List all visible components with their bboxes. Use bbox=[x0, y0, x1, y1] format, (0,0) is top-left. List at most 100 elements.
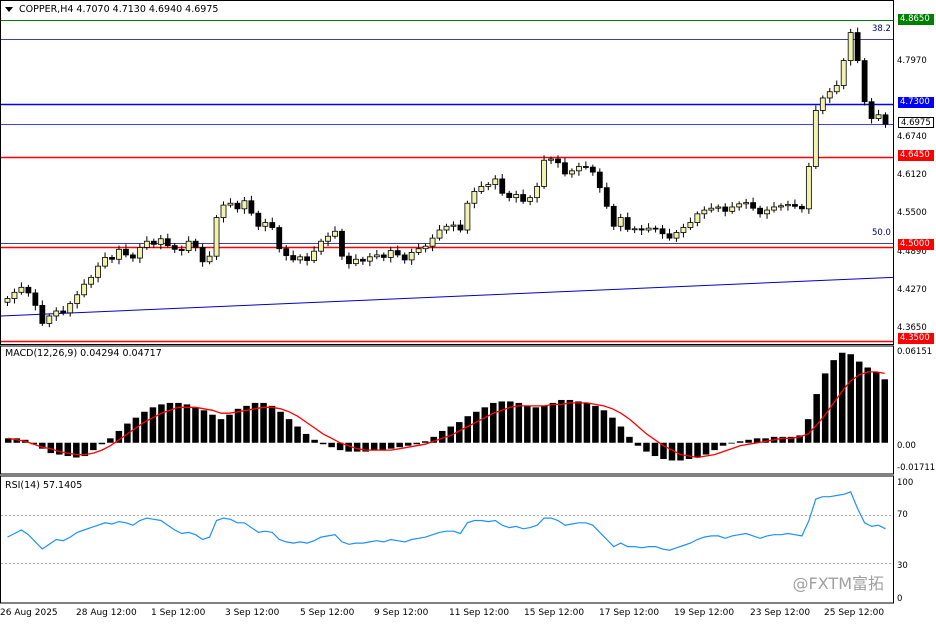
candle-body bbox=[46, 315, 53, 324]
dropdown-triangle-icon[interactable] bbox=[5, 7, 13, 12]
macd-histogram-bar bbox=[558, 399, 565, 443]
candle-body bbox=[39, 304, 46, 324]
time-label: 26 Aug 2025 bbox=[0, 608, 58, 618]
macd-histogram-bar bbox=[56, 442, 63, 455]
candle-body bbox=[136, 247, 143, 259]
macd-histogram-bar bbox=[302, 433, 310, 443]
macd-histogram-bar bbox=[370, 442, 378, 451]
symbol-header: COPPER,H4 4.7070 4.7130 4.6940 4.6975 bbox=[5, 4, 218, 15]
candle-body bbox=[332, 230, 338, 237]
candle-body bbox=[499, 178, 506, 194]
macd-histogram-bar bbox=[549, 402, 557, 443]
time-label: 28 Aug 12:00 bbox=[76, 608, 137, 618]
candle-body bbox=[178, 248, 185, 251]
candle-body bbox=[346, 255, 352, 265]
macd-histogram-bar bbox=[311, 439, 318, 443]
macd-histogram-bar bbox=[592, 405, 599, 443]
candle-body bbox=[123, 248, 129, 256]
candle-body bbox=[520, 194, 527, 202]
candle-body bbox=[882, 114, 889, 125]
candle-body bbox=[624, 217, 631, 230]
macd-histogram-bar bbox=[353, 442, 361, 452]
candle-body bbox=[53, 310, 60, 317]
fib-500-label: 50.0 bbox=[872, 228, 891, 238]
candle-body bbox=[60, 310, 67, 314]
candle-body bbox=[199, 247, 206, 263]
candle-body bbox=[812, 110, 819, 167]
macd-histogram-bar bbox=[702, 442, 710, 455]
candle-body bbox=[736, 203, 743, 208]
candle-body bbox=[589, 166, 596, 173]
candle-body bbox=[471, 190, 478, 204]
candle-body bbox=[353, 258, 359, 265]
macd-histogram-bar bbox=[107, 438, 114, 443]
macd-histogram-bar bbox=[141, 411, 148, 443]
trendline bbox=[0, 276, 894, 317]
macd-histogram-bar bbox=[413, 442, 420, 445]
candle-body bbox=[130, 254, 136, 259]
candle-body bbox=[164, 238, 171, 246]
macd-histogram-bar bbox=[583, 402, 591, 443]
candle-body bbox=[743, 202, 750, 205]
candle-body bbox=[562, 162, 568, 175]
candle-body bbox=[206, 255, 213, 263]
time-label: 5 Sep 12:00 bbox=[300, 608, 355, 618]
candle-body bbox=[757, 207, 763, 215]
macd-histogram-bar bbox=[473, 411, 480, 443]
macd-histogram-bar bbox=[200, 410, 208, 443]
rsi-tick-30: 30 bbox=[897, 561, 908, 571]
time-label: 15 Sep 12:00 bbox=[524, 608, 585, 618]
candle-body bbox=[373, 254, 380, 258]
candle-body bbox=[652, 227, 659, 230]
macd-histogram-bar bbox=[813, 394, 820, 443]
candle-body bbox=[227, 202, 234, 206]
level-label-4.7300: 4.7300 bbox=[898, 97, 934, 108]
candle-body bbox=[318, 240, 324, 252]
candle-body bbox=[541, 159, 547, 187]
candle-body bbox=[380, 254, 387, 258]
candle-body bbox=[715, 206, 722, 209]
candle-body bbox=[687, 222, 694, 228]
candle-body bbox=[234, 202, 241, 210]
candle-body bbox=[840, 60, 847, 86]
candle-body bbox=[339, 230, 345, 257]
macd-histogram-bar bbox=[864, 367, 871, 443]
macd-histogram-bar bbox=[268, 405, 276, 443]
price-tick-4.3650: 4.3650 bbox=[897, 323, 927, 333]
macd-histogram-bar bbox=[464, 416, 472, 443]
candle-body bbox=[18, 286, 25, 293]
chart-canvas[interactable] bbox=[0, 0, 936, 624]
macd-histogram-bar bbox=[319, 442, 327, 445]
time-label: 1 Sep 12:00 bbox=[151, 608, 206, 618]
candle-body bbox=[11, 291, 18, 299]
candle-body bbox=[610, 205, 617, 227]
candle-body bbox=[854, 32, 861, 62]
macd-histogram-bar bbox=[277, 411, 284, 443]
candle-body bbox=[798, 205, 805, 210]
candle-body bbox=[457, 224, 464, 231]
candle-body bbox=[617, 217, 624, 227]
macd-histogram-bar bbox=[490, 402, 497, 443]
candle-body bbox=[750, 202, 757, 209]
macd-histogram-bar bbox=[149, 407, 157, 443]
candle-body bbox=[192, 240, 199, 248]
candle-body bbox=[88, 276, 95, 285]
macd-histogram-bar bbox=[217, 419, 225, 443]
price-tick-4.4270: 4.4270 bbox=[897, 285, 927, 295]
macd-histogram-bar bbox=[736, 441, 744, 443]
candle-body bbox=[513, 194, 520, 199]
price-tick-4.6120: 4.6120 bbox=[897, 170, 927, 180]
macd-histogram-bar bbox=[73, 442, 80, 458]
macd-histogram-bar bbox=[260, 402, 267, 443]
macd-histogram-bar bbox=[294, 426, 301, 443]
candle-body bbox=[255, 212, 262, 227]
candle-body bbox=[213, 217, 220, 257]
candle-body bbox=[673, 232, 680, 239]
macd-histogram-bar bbox=[498, 401, 506, 443]
candle-body bbox=[150, 240, 157, 245]
price-tick-4.7970: 4.7970 bbox=[897, 56, 927, 66]
macd-histogram-bar bbox=[234, 408, 242, 443]
candle-body bbox=[422, 245, 429, 250]
candle-body bbox=[464, 202, 471, 231]
macd-histogram-bar bbox=[617, 426, 625, 443]
